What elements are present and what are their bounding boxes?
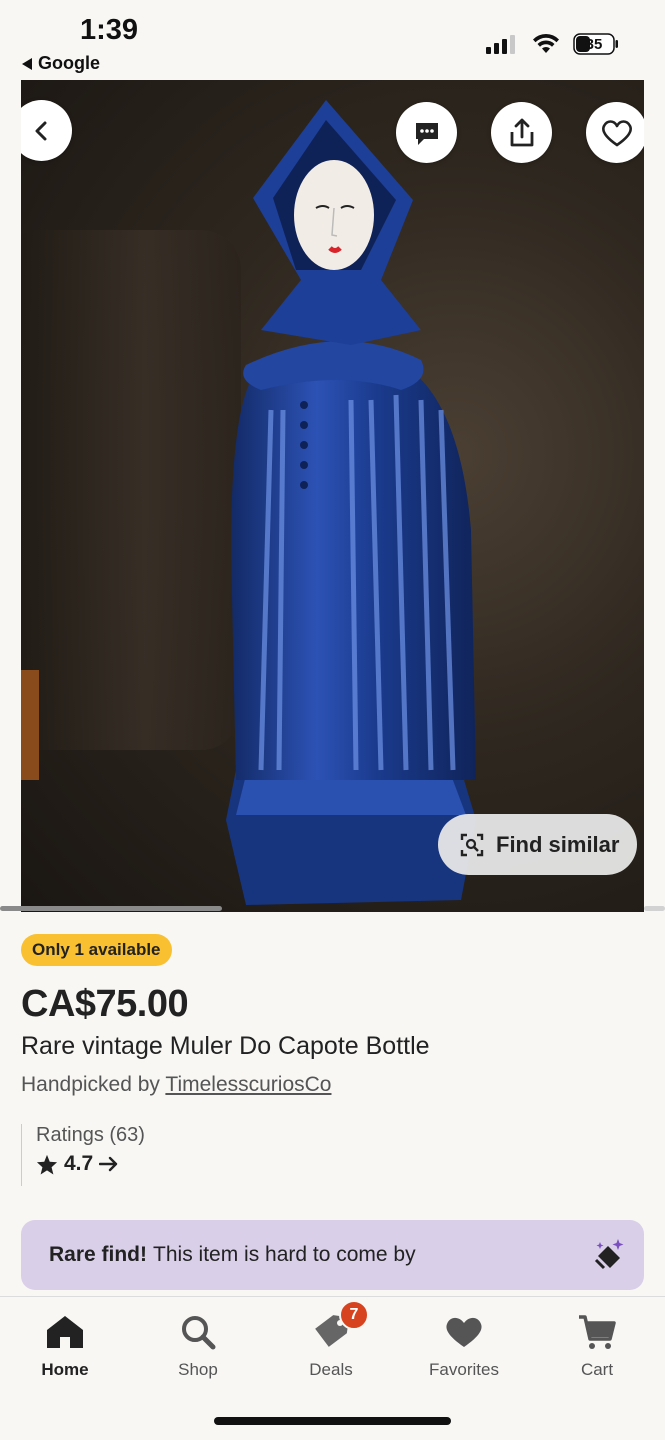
image-carousel-progress xyxy=(0,906,222,911)
tab-shop[interactable]: Shop xyxy=(138,1309,258,1380)
handpicked-prefix: Handpicked by xyxy=(21,1073,160,1096)
tab-cart[interactable]: Cart xyxy=(537,1309,657,1380)
find-similar-label: Find similar xyxy=(496,831,620,857)
battery-icon: 35 xyxy=(573,33,618,55)
battery-level: 35 xyxy=(586,36,603,53)
tab-label: Favorites xyxy=(429,1360,499,1379)
tab-favorites[interactable]: Favorites xyxy=(404,1309,524,1380)
rare-find-banner: Rare find! This item is hard to come by xyxy=(21,1220,644,1290)
ratings-label: Ratings (63) xyxy=(36,1124,145,1146)
heart-icon xyxy=(446,1317,482,1347)
back-triangle-icon xyxy=(22,57,32,70)
arrow-right-icon xyxy=(99,1156,118,1172)
wifi-icon xyxy=(533,33,559,53)
share-icon xyxy=(510,118,533,146)
tab-home[interactable]: Home xyxy=(5,1309,125,1380)
rating-row: 4.7 xyxy=(36,1152,145,1176)
visual-search-icon xyxy=(460,833,484,856)
shop-name-link[interactable]: TimelesscuriosCo xyxy=(165,1073,331,1096)
back-app-label: Google xyxy=(38,53,100,73)
message-seller-button[interactable] xyxy=(396,102,457,163)
ratings-section[interactable]: Ratings (63) 4.7 xyxy=(21,1124,145,1186)
status-bar: 1:39 Google 35 xyxy=(0,0,665,80)
favorite-button[interactable] xyxy=(586,102,644,163)
rare-find-bold: Rare find! xyxy=(49,1243,148,1266)
find-similar-button[interactable]: Find similar xyxy=(438,814,637,875)
home-indicator[interactable] xyxy=(214,1417,451,1425)
search-icon xyxy=(182,1316,216,1350)
cart-icon xyxy=(579,1315,616,1349)
seller-line: Handpicked by TimelesscuriosCo xyxy=(21,1073,331,1097)
diamond-sparkle-icon xyxy=(594,1239,624,1270)
heart-outline-icon xyxy=(601,119,632,146)
chat-icon xyxy=(415,122,438,145)
rare-find-text: This item is hard to come by xyxy=(153,1243,416,1266)
listing-title: Rare vintage Muler Do Capote Bottle xyxy=(21,1032,430,1060)
tab-label: Shop xyxy=(178,1360,218,1379)
tab-label: Cart xyxy=(580,1360,614,1379)
clock: 1:39 xyxy=(80,14,139,46)
availability-badge: Only 1 available xyxy=(21,934,172,966)
tab-label: Deals xyxy=(309,1360,353,1379)
cellular-signal-icon xyxy=(486,34,515,54)
deals-count-badge: 7 xyxy=(339,1300,369,1330)
share-button[interactable] xyxy=(491,102,552,163)
rating-value: 4.7 xyxy=(64,1152,94,1175)
tab-label: Home xyxy=(41,1360,89,1379)
back-to-app-link[interactable]: Google xyxy=(22,53,100,74)
tab-deals[interactable]: 7 Deals xyxy=(271,1300,391,1380)
chevron-left-icon xyxy=(35,121,46,140)
home-icon xyxy=(47,1316,83,1348)
product-image[interactable] xyxy=(21,80,644,912)
figurine-illustration xyxy=(226,100,476,905)
star-icon xyxy=(36,1154,58,1175)
price: CA$75.00 xyxy=(21,983,189,1025)
image-carousel-next-indicator xyxy=(644,906,665,911)
